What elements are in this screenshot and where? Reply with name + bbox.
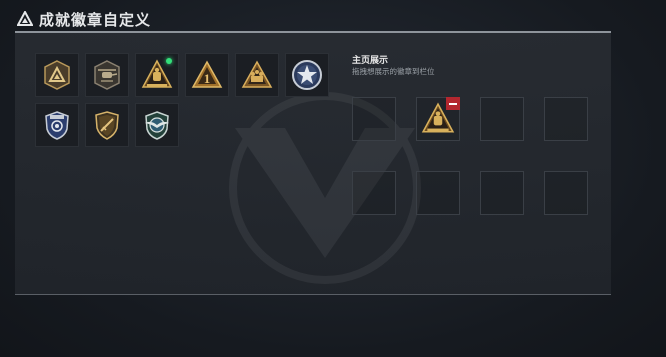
showcase-slot[interactable] [416,97,460,141]
helicopter-emblem-icon [94,60,120,90]
badge-item[interactable]: 1 [185,53,229,97]
badge-grid: 1 [35,53,329,147]
showcase-title: 主页展示 [352,55,389,65]
showcase-slot[interactable] [544,171,588,215]
showcase-slots [352,97,588,215]
triangle-emblem-icon [44,60,70,90]
remove-badge-button[interactable] [446,97,460,110]
gold-number-one-emblem-icon: 1 [191,60,223,88]
showcase-slot[interactable] [480,171,524,215]
showcase-slot[interactable] [416,171,460,215]
triangle-logo-icon [17,11,33,27]
badge-item[interactable] [35,103,79,147]
page-title: 成就徽章自定义 [39,11,152,29]
badge-panel: 1 主页展示 拖拽想展示的徽章到栏位 [15,31,611,295]
showcase-slot[interactable] [352,97,396,141]
showcase-subtitle: 拖拽想展示的徽章到栏位 [352,67,435,76]
badge-item[interactable] [35,53,79,97]
page-title-bar: 成就徽章自定义 [17,8,151,30]
new-indicator-icon [166,58,172,64]
showcase-slot[interactable] [480,97,524,141]
rifle-shield-emblem-icon [95,111,119,140]
showcase-slot[interactable] [352,171,396,215]
badge-item[interactable] [135,53,179,97]
badge-item[interactable] [85,103,129,147]
gold-soldiers-emblem-icon [241,60,273,88]
badge-item[interactable] [235,53,279,97]
police-shield-emblem-icon [45,111,69,140]
badge-item[interactable] [85,53,129,97]
badge-item[interactable] [285,53,329,97]
minus-icon [449,102,457,105]
silver-wings-emblem-icon [145,111,169,140]
badge-item[interactable] [135,103,179,147]
silver-star-emblem-icon [292,60,322,90]
svg-text:1: 1 [204,71,211,86]
showcase-slot[interactable] [544,97,588,141]
